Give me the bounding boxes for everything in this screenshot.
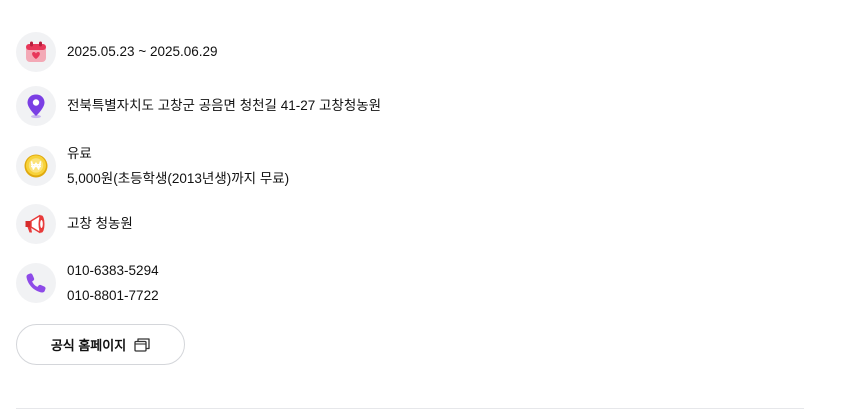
new-window-icon — [134, 337, 150, 352]
phone-icon-wrap — [16, 263, 56, 303]
homepage-button-label: 공식 홈페이지 — [50, 338, 127, 353]
address-text: 전북특별자치도 고창군 공음면 청천길 41-27 고창청농원 — [67, 98, 382, 113]
phone-icon — [26, 273, 46, 293]
location-pin-icon — [27, 94, 45, 119]
coin-icon-wrap — [16, 146, 56, 186]
info-row-host: 고창 청농원 — [16, 204, 133, 244]
info-row-period: 2025.05.23 ~ 2025.06.29 — [16, 32, 218, 72]
fee-text: 유료 5,000원(초등학생(2013년생)까지 무료) — [67, 141, 289, 191]
official-homepage-button[interactable]: 공식 홈페이지 — [16, 324, 185, 365]
fee-type: 유료 — [67, 146, 92, 161]
coin-icon — [24, 154, 48, 178]
megaphone-icon — [25, 214, 45, 234]
info-row-address: 전북특별자치도 고창군 공음면 청천길 41-27 고창청농원 — [16, 86, 381, 126]
info-row-fee: 유료 5,000원(초등학생(2013년생)까지 무료) — [16, 146, 289, 191]
location-icon-wrap — [16, 86, 56, 126]
section-divider — [16, 408, 804, 409]
host-text: 고창 청농원 — [67, 216, 133, 231]
calendar-icon-wrap — [16, 32, 56, 72]
phone-list: 010-6383-5294 010-8801-7722 — [67, 258, 159, 308]
phone-number-1[interactable]: 010-6383-5294 — [67, 258, 159, 283]
megaphone-icon-wrap — [16, 204, 56, 244]
phone-number-2[interactable]: 010-8801-7722 — [67, 283, 159, 308]
period-text: 2025.05.23 ~ 2025.06.29 — [67, 44, 218, 59]
fee-detail: 5,000원(초등학생(2013년생)까지 무료) — [67, 171, 290, 186]
calendar-icon — [26, 41, 46, 62]
info-row-phone: 010-6383-5294 010-8801-7722 — [16, 263, 159, 308]
